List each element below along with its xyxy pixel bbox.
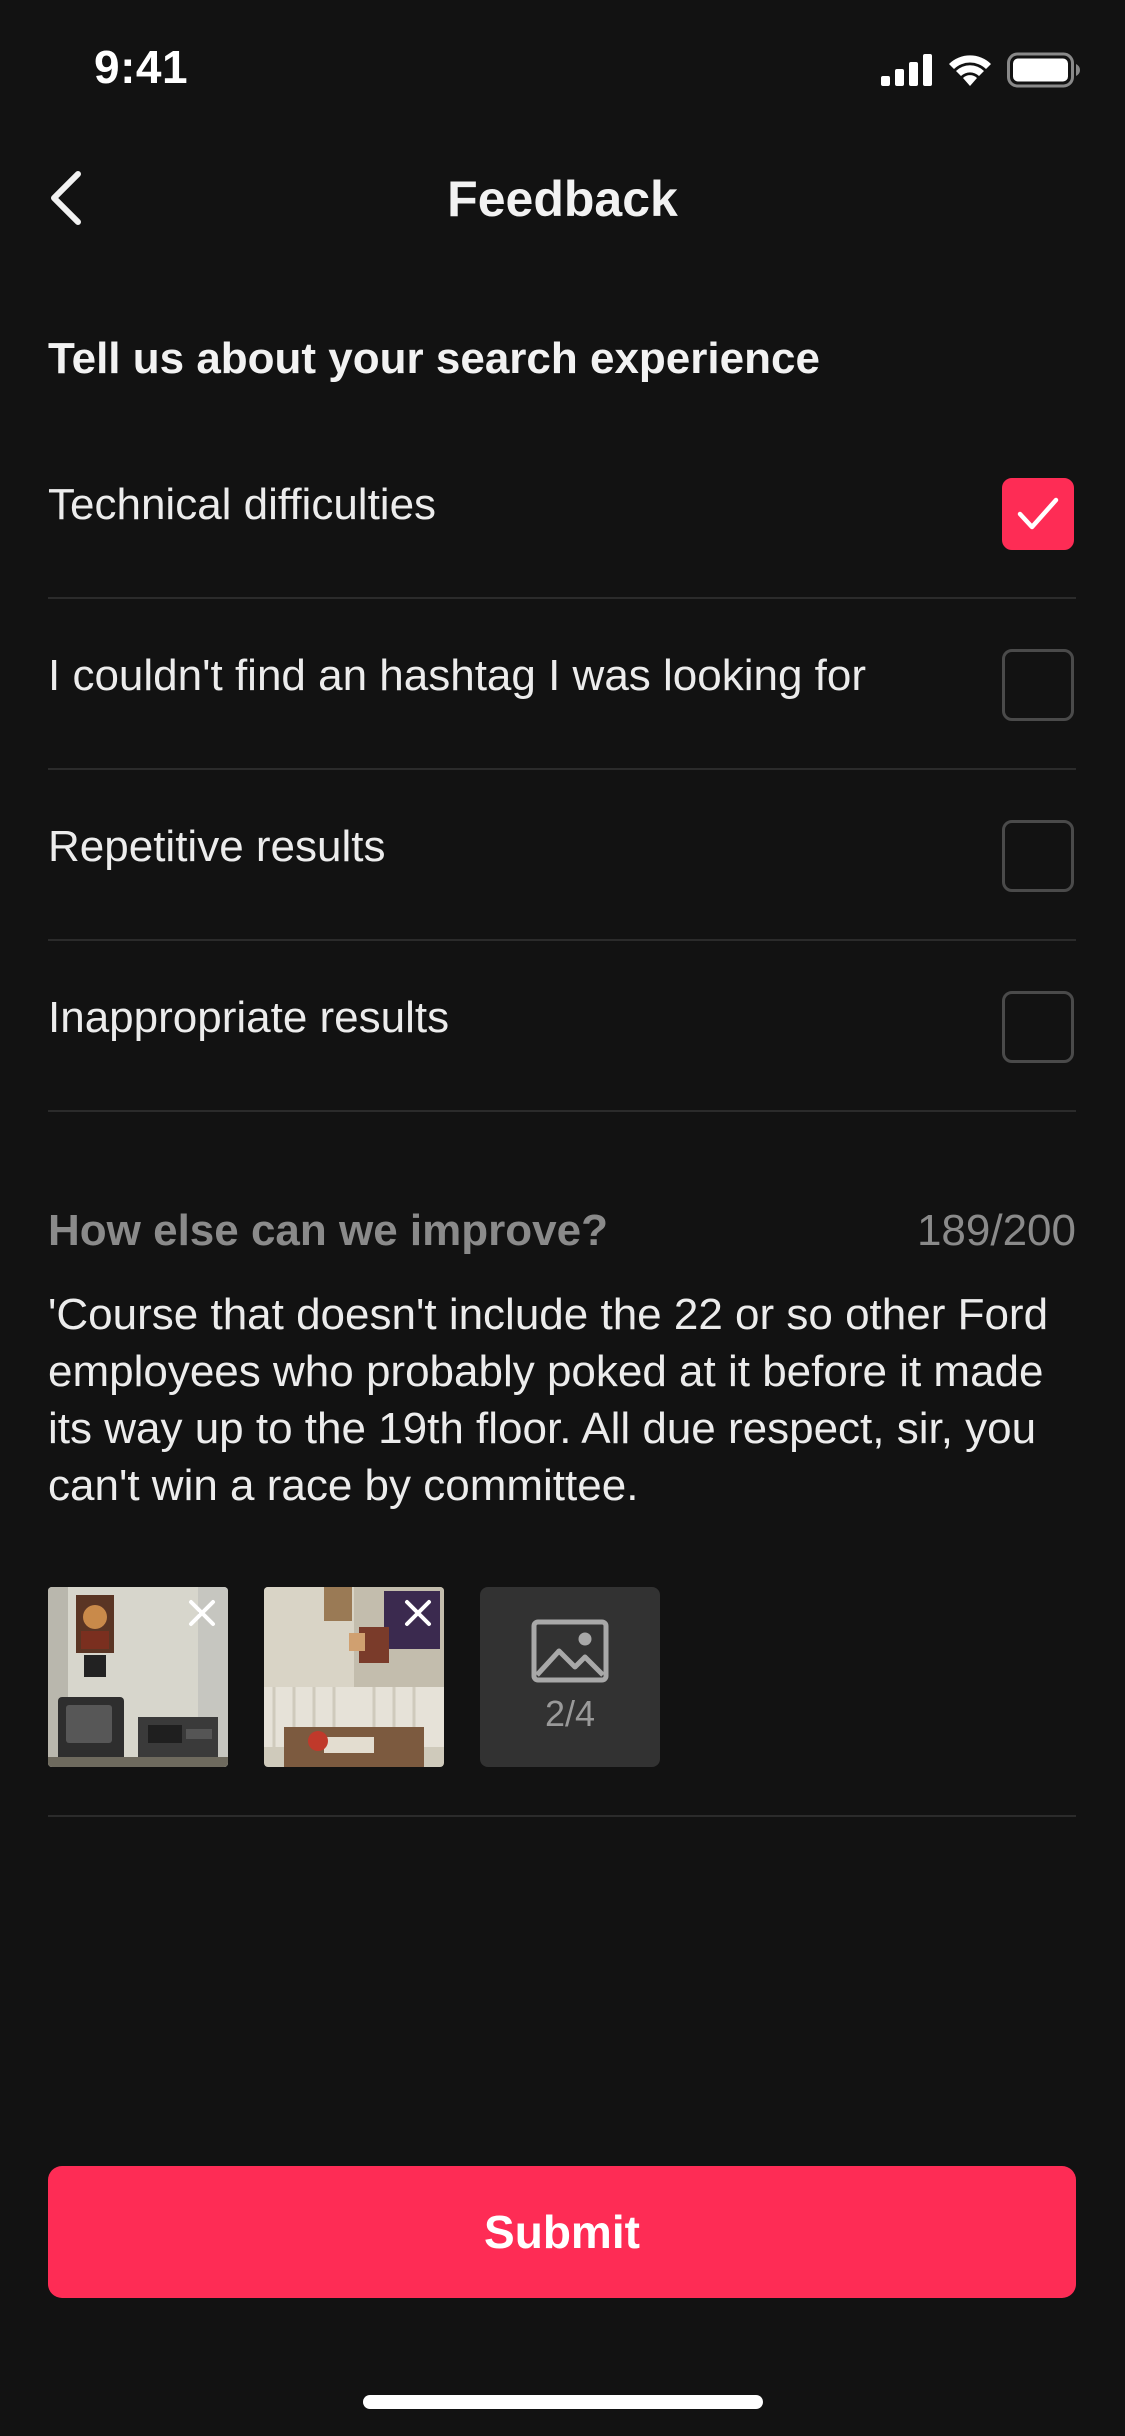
checkbox[interactable]: [1002, 478, 1074, 550]
checkbox[interactable]: [1002, 820, 1074, 892]
page-title: Feedback: [447, 171, 678, 227]
checkbox[interactable]: [1002, 649, 1074, 721]
checkmark-icon: [1017, 497, 1059, 530]
photo-count: 2/4: [544, 1693, 596, 1734]
image-icon: [531, 1619, 609, 1683]
home-indicator: [363, 2395, 763, 2409]
remove-photo-button[interactable]: [396, 1591, 440, 1635]
status-bar: 9:41: [0, 0, 1125, 132]
feedback-screen: 9:41 Feedback Tell us about your search …: [0, 0, 1125, 2436]
wifi-icon: [949, 55, 991, 86]
battery-icon: [1007, 52, 1080, 88]
option-technical-difficulties[interactable]: Technical difficulties: [48, 428, 1076, 599]
photo-thumbnail-2[interactable]: [264, 1587, 444, 1767]
photo-thumbnail-1[interactable]: [48, 1587, 228, 1767]
photo-attachments: 2/4: [48, 1587, 660, 1767]
option-hashtag-not-found[interactable]: I couldn't find an hashtag I was looking…: [48, 599, 1076, 770]
option-inappropriate-results[interactable]: Inappropriate results: [48, 941, 1076, 1112]
status-time: 9:41: [94, 41, 189, 93]
option-label: Technical difficulties: [48, 480, 437, 529]
cellular-signal-icon: [881, 54, 932, 86]
nav-bar: Feedback: [0, 140, 1125, 256]
feedback-options-list: Technical difficulties I couldn't find a…: [48, 428, 1076, 1112]
option-label: Repetitive results: [48, 822, 386, 871]
status-icons: [881, 48, 1081, 92]
close-icon: [189, 1600, 215, 1626]
close-icon: [405, 1600, 431, 1626]
option-label: Inappropriate results: [48, 993, 450, 1042]
option-label: I couldn't find an hashtag I was looking…: [48, 651, 867, 700]
checkbox[interactable]: [1002, 991, 1074, 1063]
feedback-textarea[interactable]: 'Course that doesn't include the 22 or s…: [48, 1286, 1088, 1514]
section-heading: Tell us about your search experience: [48, 334, 820, 383]
improve-label: How else can we improve?: [48, 1206, 608, 1255]
option-repetitive-results[interactable]: Repetitive results: [48, 770, 1076, 941]
remove-photo-button[interactable]: [180, 1591, 224, 1635]
character-counter: 189/200: [916, 1206, 1076, 1255]
add-photo-button[interactable]: 2/4: [480, 1587, 660, 1767]
divider: [48, 1815, 1076, 1817]
submit-button[interactable]: Submit: [48, 2166, 1076, 2298]
